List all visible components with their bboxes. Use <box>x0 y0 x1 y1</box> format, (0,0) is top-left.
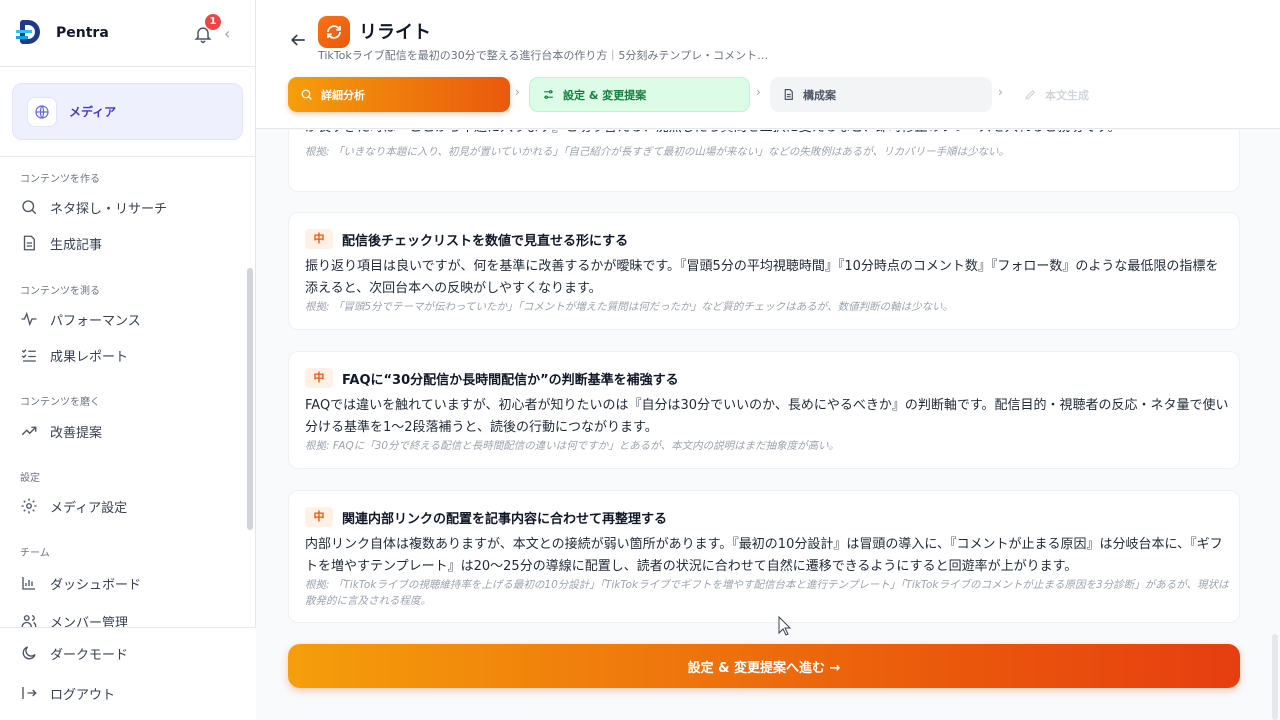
step-body-generation: 本文生成 <box>1012 77 1252 112</box>
page-header: リライト TikTokライブ配信を最初の30分で整える進行台本の作り方｜5分刻み… <box>256 0 1280 129</box>
step-label: 設定 & 変更提案 <box>563 88 647 102</box>
document-icon <box>23 235 35 251</box>
content-scrollbar[interactable] <box>1272 634 1278 720</box>
step-settings[interactable]: 設定 & 変更提案 <box>529 77 750 112</box>
sidebar: Pentra 1 ‹ メディア コンテンツを作る ネタ探し・リサーチ 生成記事 … <box>0 0 256 720</box>
nav-label: 改善提案 <box>50 425 103 441</box>
pentra-logo <box>16 18 44 48</box>
suggestion-body: FAQでは違いを触れていますが、初心者が知りたいのは『自分は30分でいいのか、長… <box>305 398 1229 435</box>
sidebar-scrollbar[interactable] <box>247 268 253 530</box>
suggestion-body: が長すぎた時は『ここから本題に入ります』と切り替える、沈黙したら質問を二択に変え… <box>305 130 1229 139</box>
suggestion-title: FAQに“30分配信か長時間配信か”の判断基準を補強する <box>342 372 679 388</box>
notification-badge: 1 <box>205 14 221 30</box>
trend-icon <box>21 426 37 436</box>
document-icon <box>784 89 793 100</box>
suggestion-card: 中 FAQに“30分配信か長時間配信か”の判断基準を補強する FAQでは違いを触… <box>288 351 1240 469</box>
proceed-button[interactable]: 設定 & 変更提案へ進む → <box>288 644 1240 688</box>
nav-generated-articles[interactable]: 生成記事 <box>20 230 240 256</box>
brand-name: Pentra <box>56 25 109 41</box>
nav-label: 生成記事 <box>50 237 103 253</box>
nav-dashboard[interactable]: ダッシュボード <box>20 570 240 596</box>
step-label: 構成案 <box>803 88 836 102</box>
priority-badge: 中 <box>305 368 333 388</box>
bar-chart-icon <box>22 577 35 590</box>
pulse-icon <box>21 311 37 327</box>
logout-icon <box>22 687 37 699</box>
chevron-right-icon: › <box>515 85 520 99</box>
suggestion-card: 中 配信後チェックリストを数値で見直せる形にする 振り返り項目は良いですが、何を… <box>288 212 1240 330</box>
section-label: コンテンツを磨く <box>20 397 100 408</box>
suggestion-evidence: 根拠: 「いきなり本題に入り、初見が置いていかれる」「自己紹介が長すぎて最初の山… <box>305 146 1010 158</box>
dark-mode-toggle[interactable]: ダークモード <box>20 640 240 666</box>
nav-media-settings[interactable]: メディア設定 <box>20 493 240 519</box>
nav-report[interactable]: 成果レポート <box>20 342 240 368</box>
media-label: メディア <box>69 105 117 119</box>
priority-badge: 中 <box>305 229 333 249</box>
suggestion-card: 中 関連内部リンクの配置を記事内容に合わせて再整理する 内部リンク自体は複数あり… <box>288 490 1240 623</box>
divider <box>0 66 256 67</box>
step-label: 詳細分析 <box>321 88 365 102</box>
collapse-sidebar-icon[interactable]: ‹ <box>224 24 238 44</box>
step-analysis[interactable]: 詳細分析 <box>288 77 510 112</box>
section-label: コンテンツを測る <box>20 286 100 297</box>
nav-performance[interactable]: パフォーマンス <box>20 306 240 332</box>
step-label: 本文生成 <box>1045 88 1089 102</box>
chevron-right-icon: › <box>756 85 761 99</box>
nav-label: ネタ探し・リサーチ <box>50 201 168 217</box>
search-icon <box>22 200 37 215</box>
mouse-cursor-icon <box>778 616 792 636</box>
suggestion-evidence: 根拠: 「TikTokライブの視聴維持率を上げる最初の10分設計」「TikTok… <box>305 579 1229 607</box>
nav-label: ログアウト <box>50 687 116 703</box>
page-title: リライト <box>359 22 431 43</box>
media-selector[interactable]: メディア <box>12 83 243 140</box>
suggestion-title: 配信後チェックリストを数値で見直せる形にする <box>342 233 629 249</box>
section-label: チーム <box>20 548 50 559</box>
checklist-icon <box>21 349 36 362</box>
refresh-icon <box>318 16 350 48</box>
nav-label: パフォーマンス <box>50 313 141 329</box>
section-label: コンテンツを作る <box>20 174 100 185</box>
step-structure[interactable]: 構成案 <box>770 77 992 112</box>
suggestions-list[interactable]: が長すぎた時は『ここから本題に入ります』と切り替える、沈黙したら質問を二択に変え… <box>256 130 1280 720</box>
main: が長すぎた時は『ここから本題に入ります』と切り替える、沈黙したら質問を二択に変え… <box>256 0 1280 720</box>
search-icon <box>301 89 312 100</box>
article-title: TikTokライブ配信を最初の30分で整える進行台本の作り方｜5分刻みテンプレ・… <box>318 49 769 62</box>
suggestion-evidence: 根拠: 「冒頭5分でテーマが伝わっていたか」「コメントが増えた質問は何だったか」… <box>305 301 954 313</box>
sliders-icon <box>544 90 553 99</box>
priority-badge: 中 <box>305 507 333 527</box>
back-arrow-icon[interactable] <box>288 30 308 50</box>
divider <box>0 156 256 157</box>
nav-label: ダッシュボード <box>50 577 142 593</box>
gear-icon <box>21 498 37 514</box>
suggestion-body: 内部リンク自体は複数ありますが、本文との接続が弱い箇所があります。『最初の10分… <box>305 537 1223 574</box>
section-label: 設定 <box>20 473 40 484</box>
chevron-right-icon: › <box>998 85 1003 99</box>
nav-improvements[interactable]: 改善提案 <box>20 418 240 444</box>
suggestion-body: 振り返り項目は良いですが、何を基準に改善するかが曖昧です。『冒頭5分の平均視聴時… <box>305 259 1219 296</box>
logout-button[interactable]: ログアウト <box>20 680 240 706</box>
nav-label: 成果レポート <box>50 349 129 365</box>
pen-icon <box>1025 89 1036 100</box>
suggestion-card: が長すぎた時は『ここから本題に入ります』と切り替える、沈黙したら質問を二択に変え… <box>288 130 1240 192</box>
nav-research[interactable]: ネタ探し・リサーチ <box>20 194 240 220</box>
globe-icon <box>27 96 57 127</box>
suggestion-title: 関連内部リンクの配置を記事内容に合わせて再整理する <box>342 511 668 527</box>
suggestion-evidence: 根拠: FAQに「30分で終える配信と長時間配信の違いは何ですか」とあるが、本文… <box>305 440 840 452</box>
nav-label: メディア設定 <box>50 500 128 516</box>
nav-label: ダークモード <box>50 647 129 663</box>
moon-icon <box>22 646 36 660</box>
